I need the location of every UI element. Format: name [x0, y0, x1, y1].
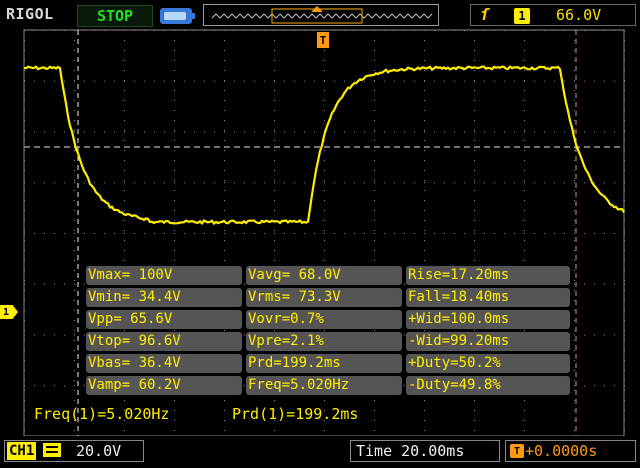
trigger-position: +0.0000s	[525, 442, 598, 460]
trigger-time-marker[interactable]: T	[317, 32, 329, 48]
measurement-cell: Vbas= 36.4V	[86, 354, 242, 373]
volts-per-div: 20.0V	[76, 442, 122, 460]
ch1-label: CH1	[7, 442, 37, 460]
measurement-cell: +Duty=50.2%	[406, 354, 570, 373]
measurement-cell: Vmax= 100V	[86, 266, 242, 285]
measurement-cell: Vamp= 60.2V	[86, 376, 242, 395]
measurement-cell: -Duty=49.8%	[406, 376, 570, 395]
measurement-cell: +Wid=100.0ms	[406, 310, 570, 329]
timebase: Time 20.00ms	[356, 442, 465, 460]
measurement-cell: Vpp= 65.6V	[86, 310, 242, 329]
measurement-cell: Freq=5.020Hz	[246, 376, 402, 395]
measurement-cell: Vtop= 96.6V	[86, 332, 242, 351]
freq-readout: Freq(1)=5.020Hz	[34, 405, 170, 423]
measurement-cell: Vrms= 73.3V	[246, 288, 402, 307]
measurement-panel: Vmax= 100V Vmin= 34.4V Vpp= 65.6V Vtop= …	[86, 266, 570, 398]
measurement-cell: Vovr=0.7%	[246, 310, 402, 329]
measurement-cell: Rise=17.20ms	[406, 266, 570, 285]
dc-coupling-icon	[43, 443, 61, 457]
measurement-cell: Vavg= 68.0V	[246, 266, 402, 285]
measurement-cell: -Wid=99.20ms	[406, 332, 570, 351]
trigger-position-icon: T	[510, 444, 524, 458]
measurement-cell: Vmin= 34.4V	[86, 288, 242, 307]
measurement-cell: Vpre=2.1%	[246, 332, 402, 351]
measurement-cell: Prd=199.2ms	[246, 354, 402, 373]
measurement-cell: Fall=18.40ms	[406, 288, 570, 307]
period-readout: Prd(1)=199.2ms	[232, 405, 359, 423]
